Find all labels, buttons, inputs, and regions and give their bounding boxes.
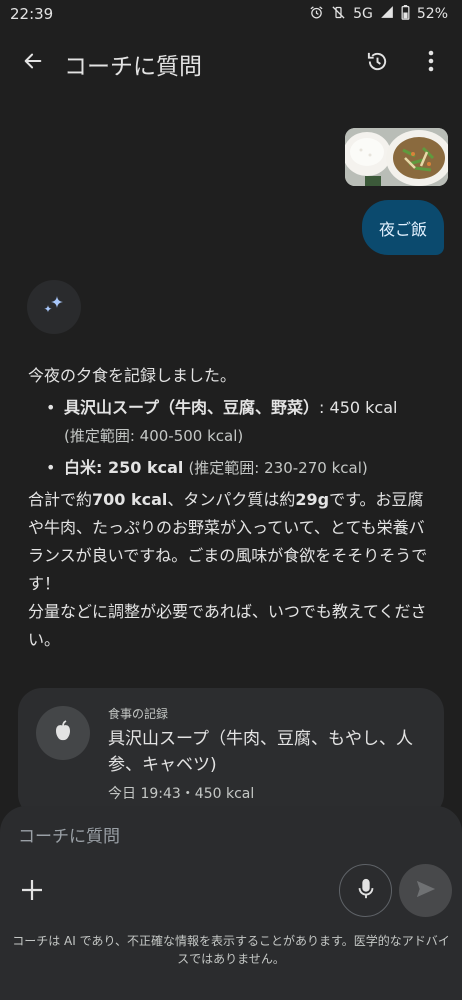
status-time: 22:39 xyxy=(10,5,54,23)
apple-icon xyxy=(53,720,73,746)
question-input[interactable] xyxy=(18,824,438,850)
user-message-bubble: 夜ご飯 xyxy=(362,200,444,255)
meal-photo[interactable] xyxy=(345,128,448,186)
page-title: コーチに質問 xyxy=(64,54,202,80)
ai-disclaimer: コーチは AI であり、不正確な情報を表示することがあります。医学的なアドバイス… xyxy=(12,934,450,966)
back-button[interactable] xyxy=(18,48,48,78)
status-bar: 22:39 5G 52% xyxy=(0,0,462,28)
signal-icon xyxy=(380,5,394,23)
plus-icon xyxy=(20,878,44,906)
mic-button[interactable] xyxy=(339,864,392,917)
summary-kcal: 700 kcal xyxy=(92,490,168,509)
reply-summary: 合計で約700 kcal、タンパク質は約29gです。お豆腐や牛肉、たっぷりのお野… xyxy=(28,486,438,598)
meal-icon-circle xyxy=(36,706,90,760)
assistant-reply: 今夜の夕食を記録しました。 具沢山スープ（牛肉、豆腐、野菜）: 450 kcal… xyxy=(28,362,438,654)
history-button[interactable] xyxy=(362,48,392,78)
more-options-button[interactable] xyxy=(416,48,446,78)
meal-card-meta: 今日 19:43・450 kcal xyxy=(108,786,255,802)
battery-level: 52% xyxy=(416,6,448,22)
send-button[interactable] xyxy=(399,864,452,917)
reply-intro: 今夜の夕食を記録しました。 xyxy=(28,366,237,385)
assistant-avatar xyxy=(27,280,81,334)
sparkle-icon xyxy=(42,293,66,321)
meal-card-title: 具沢山スープ（牛肉、豆腐、もやし、人参、キャベツ) xyxy=(108,729,413,775)
arrow-back-icon xyxy=(22,50,44,76)
bullet-item-name: 具沢山スープ（牛肉、豆腐、野菜） xyxy=(64,398,320,417)
more-vert-icon xyxy=(428,50,434,76)
status-icons: 5G 52% xyxy=(309,4,448,24)
meal-card-kicker: 食事の記録 xyxy=(108,707,169,721)
summary-prefix: 合計で約 xyxy=(28,490,93,509)
battery-icon xyxy=(401,4,410,24)
bullet-range: (推定範囲: 230-270 kcal) xyxy=(188,459,368,477)
mic-icon xyxy=(357,878,375,904)
bullet-kcal: : 250 kcal xyxy=(96,458,184,477)
vibrate-off-icon xyxy=(331,5,346,24)
meal-log-card[interactable]: 食事の記録 具沢山スープ（牛肉、豆腐、もやし、人参、キャベツ) 今日 19:43… xyxy=(18,688,444,818)
alarm-icon xyxy=(309,5,324,24)
bullet-range: (推定範囲: 400-500 kcal) xyxy=(64,427,244,445)
add-button[interactable] xyxy=(18,878,46,906)
reply-closing: 分量などに調整が必要であれば、いつでも教えてください。 xyxy=(28,602,427,649)
summary-mid: 、タンパク質は約 xyxy=(167,490,296,509)
network-label: 5G xyxy=(353,6,373,22)
bullet-kcal: : 450 kcal xyxy=(319,398,398,417)
send-icon xyxy=(415,879,437,903)
history-icon xyxy=(366,50,389,77)
app-bar: コーチに質問 xyxy=(0,36,462,90)
bullet-item-name: 白米 xyxy=(64,458,97,477)
composer: コーチは AI であり、不正確な情報を表示することがあります。医学的なアドバイス… xyxy=(0,806,462,1000)
summary-protein: 29g xyxy=(295,490,330,509)
list-item: 白米: 250 kcal (推定範囲: 230-270 kcal) xyxy=(28,454,438,482)
list-item: 具沢山スープ（牛肉、豆腐、野菜）: 450 kcal (推定範囲: 400-50… xyxy=(28,394,438,450)
